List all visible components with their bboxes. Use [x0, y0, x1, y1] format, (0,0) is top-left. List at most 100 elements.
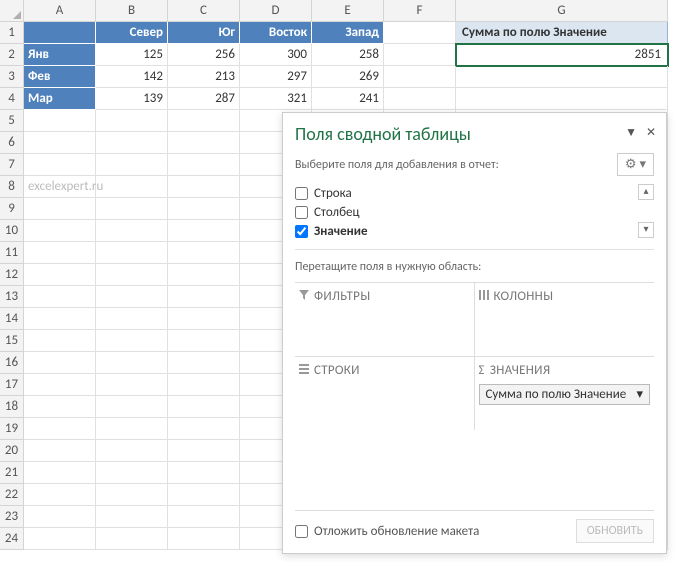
cell[interactable] [96, 176, 168, 198]
cell[interactable] [24, 396, 96, 418]
cell[interactable]: Мар [24, 88, 96, 110]
value-pill[interactable]: Сумма по полю Значение▾ [479, 384, 651, 405]
cell[interactable] [24, 110, 96, 132]
cell[interactable] [384, 88, 456, 110]
cell[interactable] [24, 418, 96, 440]
pane-menu-icon[interactable]: ▼ [625, 126, 637, 140]
close-icon[interactable]: ✕ [646, 126, 656, 140]
row-header[interactable]: 3 [0, 66, 24, 88]
cell[interactable]: Янв [24, 44, 96, 66]
row-header[interactable]: 2 [0, 44, 24, 66]
cell[interactable]: 241 [312, 88, 384, 110]
pivot-value-cell[interactable]: 2851 [456, 44, 668, 66]
cell[interactable] [168, 352, 240, 374]
watermark-cell[interactable]: excelexpert.ru [24, 176, 96, 198]
cell[interactable]: Запад [312, 22, 384, 44]
cell[interactable] [168, 484, 240, 506]
cell[interactable] [168, 330, 240, 352]
cell[interactable] [96, 330, 168, 352]
cell[interactable] [168, 374, 240, 396]
row-header[interactable]: 23 [0, 506, 24, 528]
cell[interactable] [384, 22, 456, 44]
cell[interactable]: 125 [96, 44, 168, 66]
cell[interactable] [96, 308, 168, 330]
cell[interactable]: Восток [240, 22, 312, 44]
cell[interactable] [96, 506, 168, 528]
cell[interactable] [24, 264, 96, 286]
row-header[interactable]: 24 [0, 528, 24, 550]
cell[interactable] [168, 154, 240, 176]
cell[interactable]: 269 [312, 66, 384, 88]
cell[interactable] [168, 396, 240, 418]
chevron-down-icon[interactable]: ▾ [636, 387, 643, 402]
cell[interactable] [96, 132, 168, 154]
cell[interactable] [24, 330, 96, 352]
cell[interactable]: 256 [168, 44, 240, 66]
cell[interactable] [168, 418, 240, 440]
cell[interactable] [168, 198, 240, 220]
cell[interactable] [24, 308, 96, 330]
defer-checkbox[interactable] [295, 525, 308, 538]
row-header[interactable]: 21 [0, 462, 24, 484]
row-header[interactable]: 12 [0, 264, 24, 286]
row-header[interactable]: 22 [0, 484, 24, 506]
row-header[interactable]: 8 [0, 176, 24, 198]
cell[interactable] [96, 110, 168, 132]
cell[interactable] [384, 66, 456, 88]
row-header[interactable]: 15 [0, 330, 24, 352]
cell[interactable] [96, 198, 168, 220]
row-header[interactable]: 7 [0, 154, 24, 176]
cell[interactable] [384, 44, 456, 66]
field-row[interactable]: Значение [295, 222, 654, 241]
cell[interactable] [168, 132, 240, 154]
cell[interactable] [96, 396, 168, 418]
field-row[interactable]: Столбец [295, 203, 654, 222]
row-header[interactable]: 10 [0, 220, 24, 242]
field-checkbox[interactable] [295, 206, 308, 219]
scroll-up-icon[interactable]: ▴ [638, 184, 654, 200]
cell[interactable] [96, 242, 168, 264]
row-header[interactable]: 4 [0, 88, 24, 110]
cell[interactable]: 297 [240, 66, 312, 88]
cell[interactable] [24, 154, 96, 176]
cell[interactable] [96, 462, 168, 484]
cell[interactable] [24, 220, 96, 242]
pivot-header-cell[interactable]: Сумма по полю Значение [456, 22, 668, 44]
cell[interactable]: 300 [240, 44, 312, 66]
cell[interactable]: 287 [168, 88, 240, 110]
columns-zone[interactable]: КОЛОННЫ [475, 282, 655, 356]
cell[interactable] [24, 242, 96, 264]
cell[interactable] [96, 286, 168, 308]
row-header[interactable]: 6 [0, 132, 24, 154]
cell[interactable] [24, 198, 96, 220]
cell[interactable]: 142 [96, 66, 168, 88]
field-checkbox[interactable] [295, 187, 308, 200]
cell[interactable] [96, 440, 168, 462]
rows-zone[interactable]: СТРОКИ [295, 356, 475, 430]
cell[interactable]: 321 [240, 88, 312, 110]
col-header[interactable]: G [456, 0, 668, 22]
cell[interactable] [96, 528, 168, 550]
cell[interactable]: Север [96, 22, 168, 44]
row-header[interactable]: 19 [0, 418, 24, 440]
cell[interactable] [96, 264, 168, 286]
values-zone[interactable]: ΣЗНАЧЕНИЯ Сумма по полю Значение▾ [475, 356, 655, 430]
row-header[interactable]: 14 [0, 308, 24, 330]
cell[interactable] [96, 484, 168, 506]
scroll-down-icon[interactable]: ▾ [638, 222, 654, 238]
gear-button[interactable]: ⚙ ▾ [617, 153, 654, 176]
row-header[interactable]: 1 [0, 22, 24, 44]
cell[interactable]: 139 [96, 88, 168, 110]
row-header[interactable]: 5 [0, 110, 24, 132]
cell[interactable] [168, 264, 240, 286]
cell[interactable] [456, 66, 668, 88]
defer-checkbox-row[interactable]: Отложить обновление макета [295, 524, 479, 539]
cell[interactable] [96, 352, 168, 374]
cell[interactable] [24, 352, 96, 374]
col-header[interactable]: D [240, 0, 312, 22]
cell[interactable] [24, 22, 96, 44]
cell[interactable]: Юг [168, 22, 240, 44]
cell[interactable] [168, 110, 240, 132]
cell[interactable] [24, 462, 96, 484]
cell[interactable] [168, 286, 240, 308]
